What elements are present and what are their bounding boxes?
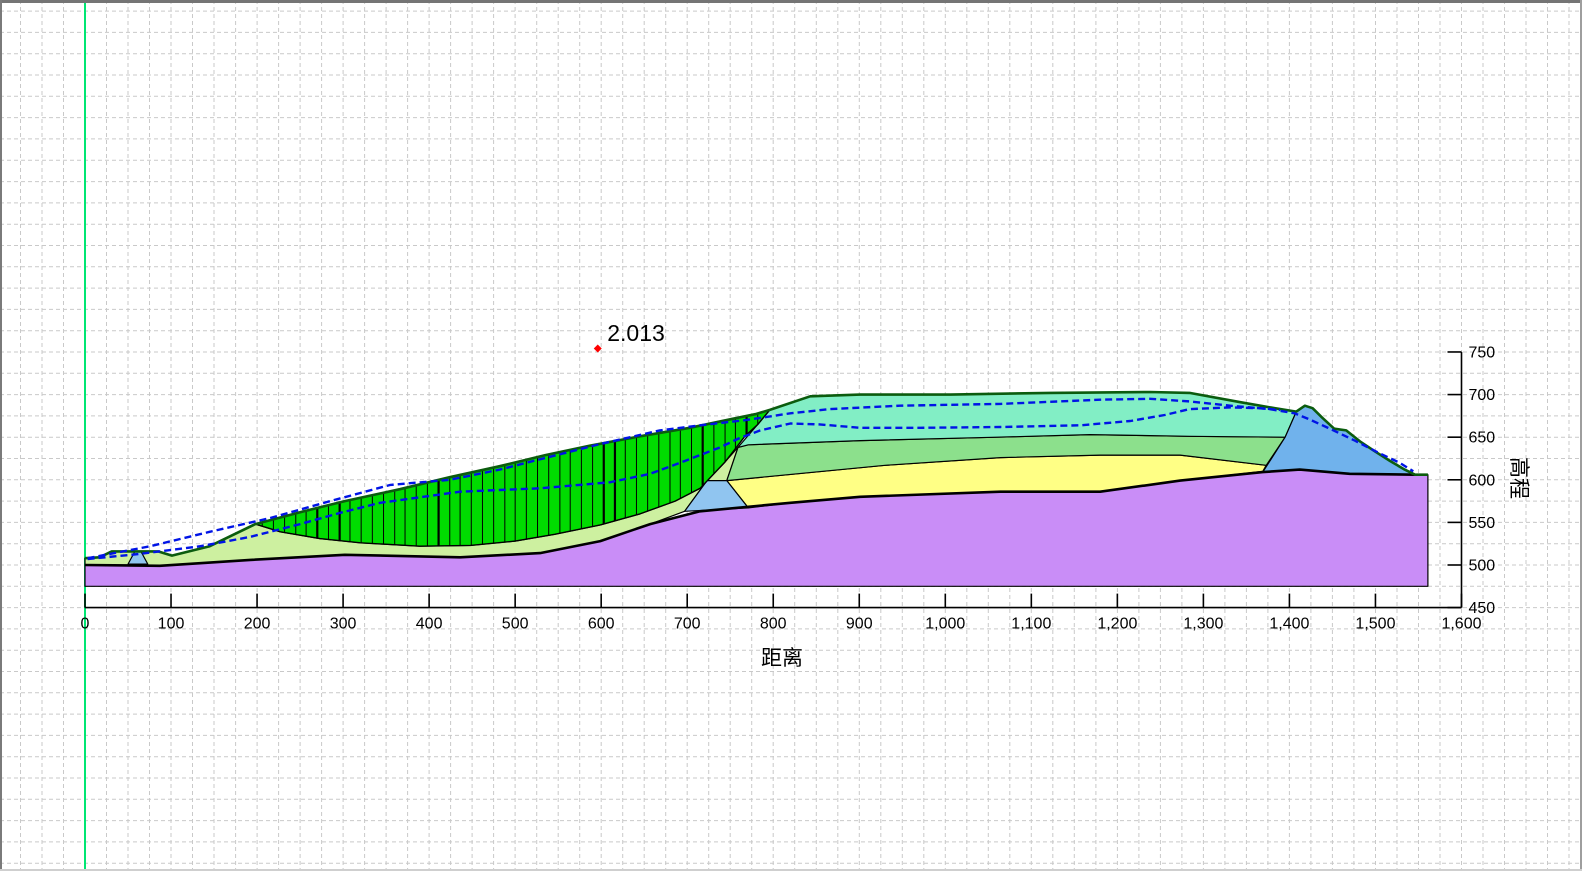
y-tick-label: 700 bbox=[1469, 387, 1496, 404]
model-canvas-window: 0 100 200 300 400 500 600 700 800 900 1,000 1,100 1,… bbox=[0, 0, 1582, 871]
y-tick-label: 450 bbox=[1469, 600, 1496, 617]
x-tick-label: 1,100 bbox=[1011, 616, 1051, 633]
slope-section-canvas[interactable]: 0 100 200 300 400 500 600 700 800 900 1,000 1,100 1,… bbox=[0, 0, 1582, 871]
x-tick-label: 0 bbox=[81, 616, 90, 633]
x-tick-label: 400 bbox=[416, 616, 443, 633]
factor-of-safety: 2.013 bbox=[594, 320, 665, 353]
x-axis-title: 距离 bbox=[761, 647, 803, 670]
x-tick-label: 1,400 bbox=[1269, 616, 1309, 633]
x-tick-label: 600 bbox=[588, 616, 615, 633]
x-tick-label: 1,300 bbox=[1183, 616, 1223, 633]
y-tick-label: 500 bbox=[1469, 557, 1496, 574]
x-tick-label: 100 bbox=[158, 616, 185, 633]
y-tick-label: 600 bbox=[1469, 472, 1496, 489]
x-tick-label: 800 bbox=[760, 616, 787, 633]
y-tick-label: 650 bbox=[1469, 430, 1496, 447]
x-tick-label: 200 bbox=[244, 616, 271, 633]
x-tick-label: 900 bbox=[846, 616, 873, 633]
fos-value-label: 2.013 bbox=[607, 320, 665, 346]
x-tick-label: 1,200 bbox=[1097, 616, 1137, 633]
window-border-top bbox=[0, 0, 1582, 3]
y-tick-label: 750 bbox=[1469, 344, 1496, 361]
x-tick-label: 300 bbox=[330, 616, 357, 633]
window-border-left bbox=[0, 0, 2, 871]
x-tick-label: 1,600 bbox=[1441, 616, 1481, 633]
x-tick-label: 1,000 bbox=[925, 616, 965, 633]
x-tick-label: 500 bbox=[502, 616, 529, 633]
x-tick-label: 1,500 bbox=[1355, 616, 1395, 633]
x-tick-label: 700 bbox=[674, 616, 701, 633]
y-axis-title: 高程 bbox=[1507, 457, 1530, 499]
slip-center-marker bbox=[594, 345, 602, 353]
y-tick-label: 550 bbox=[1469, 515, 1496, 532]
